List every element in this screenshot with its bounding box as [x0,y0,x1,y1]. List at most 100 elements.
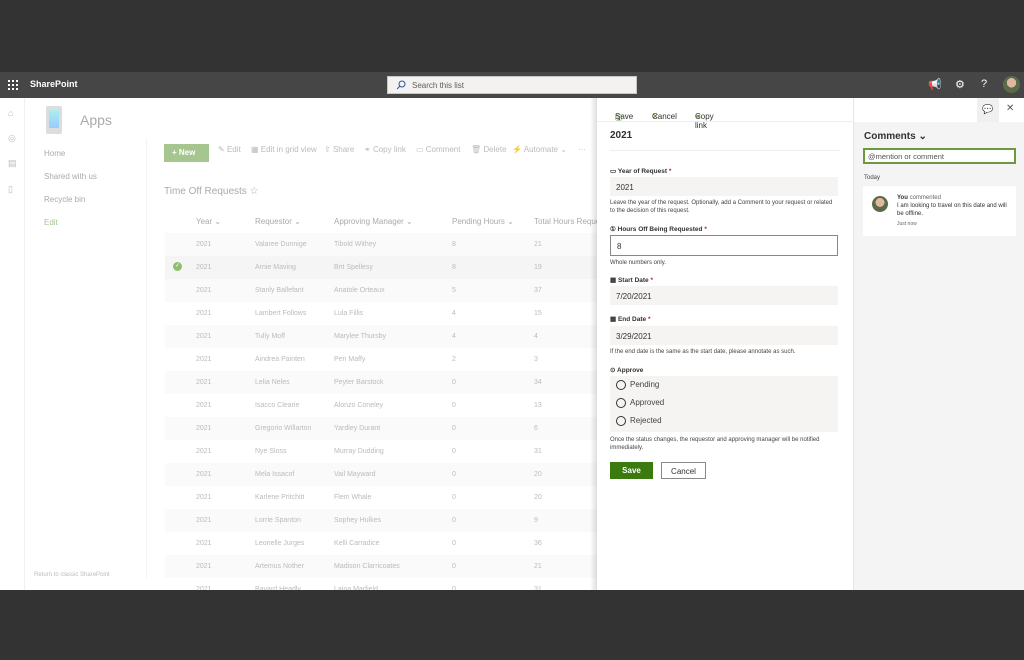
required-mark: * [650,277,654,284]
table-row[interactable]: 2021 Lelia Neles Peyter Barstock 0 34 [165,371,597,394]
end-date-hint: If the end date is the same as the start… [610,349,796,355]
table-cell: Sophey Hulkes [334,517,382,524]
nav-home[interactable]: Home [44,149,65,158]
app-launcher-icon[interactable] [8,80,18,90]
avatar[interactable] [1003,76,1020,93]
nav-recycle-bin[interactable]: Recycle bin [44,195,85,204]
table-cell: 2021 [196,517,212,524]
home-icon[interactable]: ⌂ [8,108,13,118]
table-cell: 37 [534,287,542,294]
help-icon[interactable]: ? [981,78,987,90]
table-row[interactable]: 2021 Stanly Ballefant Anatole Orteaux 5 37 [165,279,597,302]
table-cell: Kelli Carradice [334,540,380,547]
brand-link[interactable]: SharePoint [30,79,78,89]
item-title: 2021 [610,130,633,141]
option-label: Rejected [630,416,662,426]
table-row[interactable]: 2021 Karlene Pritchitt Flem Whale 0 20 [165,486,597,509]
comment-button[interactable]: ▭ Comment [416,145,460,154]
hours-field[interactable]: 8 [610,235,838,256]
table-cell: 2021 [196,494,212,501]
table-row[interactable]: ✓ 2021 Arnie Maving Brit Spellesy 8 19 [165,256,597,279]
table-cell: Bayard Headly [255,586,301,590]
required-mark: * [668,168,672,175]
automate-button[interactable]: ⚡ Automate ⌄ [512,145,567,154]
required-mark: * [704,226,707,233]
table-row[interactable]: 2021 Tully Moff Marylee Thursby 4 4 [165,325,597,348]
table-cell: 15 [534,310,542,317]
col-label: Approving Manager [334,217,404,226]
table-cell: Isacco Clearie [255,402,300,409]
col-year[interactable]: Year ⌄ [196,217,221,226]
comments-header[interactable]: Comments ⌄ [864,131,927,142]
option-label: Pending [630,380,660,390]
table-cell: 8 [452,264,456,271]
table-row[interactable]: 2021 Isacco Clearie Alonzo Coneley 0 13 [165,394,597,417]
cancel-label: Cancel [652,112,677,121]
table-row[interactable]: 2021 Lorrie Spanton Sophey Hulkes 0 9 [165,509,597,532]
edit-button[interactable]: ✎ Edit [218,145,241,154]
table-cell: Pen Maffy [334,356,366,363]
table-cell: 0 [452,563,456,570]
page-content: ⌂ ◎ ▤ ▯ Apps Home Shared with us Recycle… [0,98,1024,590]
table-row[interactable]: 2021 Mela Issacof Vail Mayward 0 20 [165,463,597,486]
cancel-button[interactable]: Cancel [661,462,706,479]
start-date-field[interactable]: 7/20/2021 [610,286,838,305]
left-nav: Home Shared with us Recycle bin Edit [25,138,147,578]
col-manager[interactable]: Approving Manager ⌄ [334,217,413,226]
radio-approved[interactable]: Approved [616,398,664,408]
grid-view-button[interactable]: ▦ Edit in grid view [251,145,317,154]
more-button[interactable]: ··· [578,145,586,154]
table-row[interactable]: 2021 Leonelle Jurges Kelli Carradice 0 36 [165,532,597,555]
col-requestor[interactable]: Requestor ⌄ [255,217,301,226]
col-pending[interactable]: Pending Hours ⌄ [452,217,514,226]
delete-label: Delete [483,145,507,154]
number-icon: ① [610,226,616,233]
table-cell: Valaree Dunnige [255,241,307,248]
save-button[interactable]: Save [610,462,653,479]
radio-pending[interactable]: Pending [616,380,659,390]
radio-rejected[interactable]: Rejected [616,416,662,426]
table-cell: Alonzo Coneley [334,402,384,409]
comment-input[interactable]: @mention or comment [863,148,1016,164]
suite-bar: SharePoint Search this list 📢 ⚙ ? [0,72,1024,98]
table-cell: Leonelle Jurges [255,540,305,547]
check-icon[interactable]: ✓ [173,262,182,271]
save-label: Save [615,112,634,121]
nav-edit[interactable]: Edit [44,218,58,227]
table-row[interactable]: 2021 Valaree Dunnige Tibold Withey 8 21 [165,233,597,256]
table-row[interactable]: 2021 Lambert Follows Lula Fillis 4 15 [165,302,597,325]
table-row[interactable]: 2021 Nye Sloss Murray Dudding 0 31 [165,440,597,463]
hours-label: ① Hours Off Being Requested * [610,225,707,233]
search-input[interactable]: Search this list [387,76,637,94]
table-row[interactable]: 2021 Aindrea Painten Pen Maffy 2 3 [165,348,597,371]
table-row[interactable]: 2021 Gregorio Willarton Yardley Durant 0 6 [165,417,597,440]
nav-shared[interactable]: Shared with us [44,172,97,181]
delete-button[interactable]: 🗑 Delete [471,145,507,154]
table-cell: 34 [534,379,542,386]
end-date-field[interactable]: 3/29/2021 [610,326,838,345]
year-field[interactable]: 2021 [610,177,838,196]
copy-link-button[interactable]: ⚭ Copy link [364,145,406,154]
star-icon[interactable]: ☆ [250,186,259,197]
table-cell: Murray Dudding [334,448,384,455]
edit-panel: 🖫 Save ✕ Cancel ⚭ Copy link 2021 ▭ Year … [597,98,853,590]
news-icon[interactable]: ▤ [8,158,17,169]
table-cell: 2021 [196,264,212,271]
table-row[interactable]: 2021 Bayard Headly Laina Marfield 0 31 [165,578,597,590]
comments-toggle-icon[interactable]: 💬 [977,98,999,122]
label-text: Hours Off Being Requested [617,226,703,233]
table-cell: Marylee Thursby [334,333,387,340]
gear-icon[interactable]: ⚙ [955,78,965,91]
choice-icon: ⊙ [610,367,616,374]
hours-hint: Whole numbers only. [610,260,666,266]
file-icon[interactable]: ▯ [8,184,13,195]
close-icon[interactable]: ✕ [1006,103,1014,114]
site-title[interactable]: Apps [80,112,112,128]
globe-icon[interactable]: ◎ [8,133,16,144]
site-logo [46,106,62,134]
new-button[interactable]: + New [164,144,209,162]
table-row[interactable]: 2021 Artemus Nother Madison Clarricoates 0 2… [165,555,597,578]
megaphone-icon[interactable]: 📢 [928,78,942,91]
return-classic-link[interactable]: Return to classic SharePoint [34,572,110,578]
share-button[interactable]: ⇪ Share [324,145,354,154]
